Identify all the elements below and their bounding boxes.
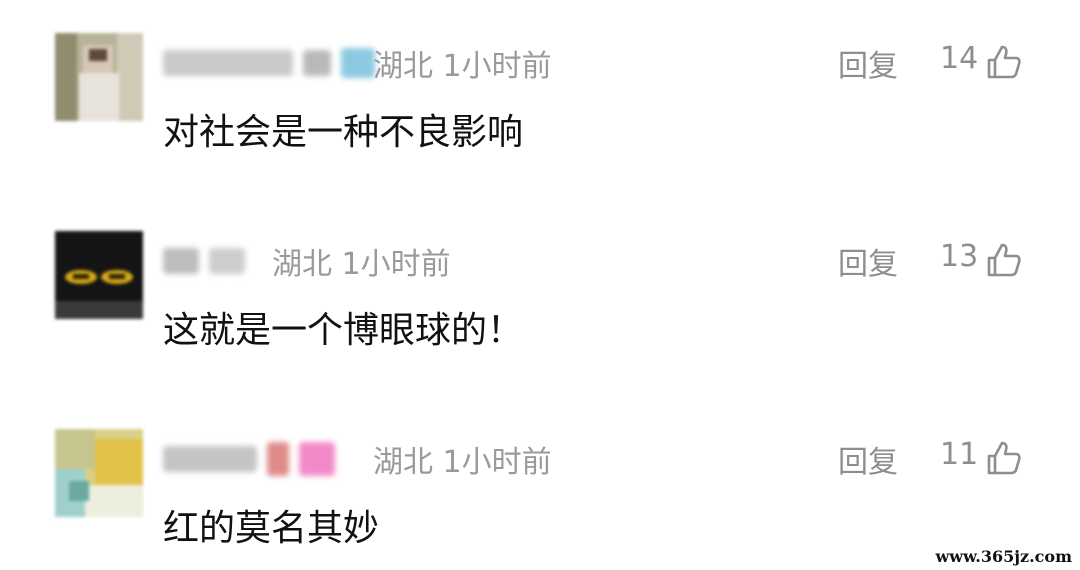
like-count: 11 <box>940 437 979 472</box>
timestamp: 1小时前 <box>442 445 552 480</box>
comment-meta: 湖北 1小时前 <box>272 239 451 283</box>
comment-text: 红的莫名其妙 <box>163 508 380 549</box>
username-blurred[interactable] <box>163 241 245 281</box>
avatar[interactable] <box>55 231 143 319</box>
watermark: www.365jz.com <box>935 547 1072 566</box>
comment-item: 湖北 1小时前 回复 11 红的莫名其妙 <box>0 429 1080 549</box>
comment-item: 湖北 1小时前 回复 13 这就是一个博眼球的！ <box>0 231 1080 351</box>
comment-text: 这就是一个博眼球的！ <box>163 310 524 351</box>
thumbs-up-icon[interactable] <box>985 43 1023 81</box>
avatar[interactable] <box>55 429 143 517</box>
reply-button[interactable]: 回复 <box>838 437 898 481</box>
timestamp: 1小时前 <box>341 247 451 282</box>
avatar[interactable] <box>55 33 143 121</box>
like-count: 14 <box>940 41 979 76</box>
timestamp: 1小时前 <box>442 49 552 84</box>
comment-item: 湖北 1小时前 回复 14 对社会是一种不良影响 <box>0 33 1080 153</box>
username-blurred[interactable] <box>163 43 375 83</box>
thumbs-up-icon[interactable] <box>985 439 1023 477</box>
location-label: 湖北 <box>373 445 433 480</box>
reply-button[interactable]: 回复 <box>838 41 898 85</box>
location-label: 湖北 <box>272 247 332 282</box>
comment-text: 对社会是一种不良影响 <box>163 112 524 153</box>
like-count: 13 <box>940 239 979 274</box>
location-label: 湖北 <box>373 49 433 84</box>
comment-meta: 湖北 1小时前 <box>373 437 552 481</box>
username-blurred[interactable] <box>163 439 335 479</box>
comment-meta: 湖北 1小时前 <box>373 41 552 85</box>
reply-button[interactable]: 回复 <box>838 239 898 283</box>
thumbs-up-icon[interactable] <box>985 241 1023 279</box>
